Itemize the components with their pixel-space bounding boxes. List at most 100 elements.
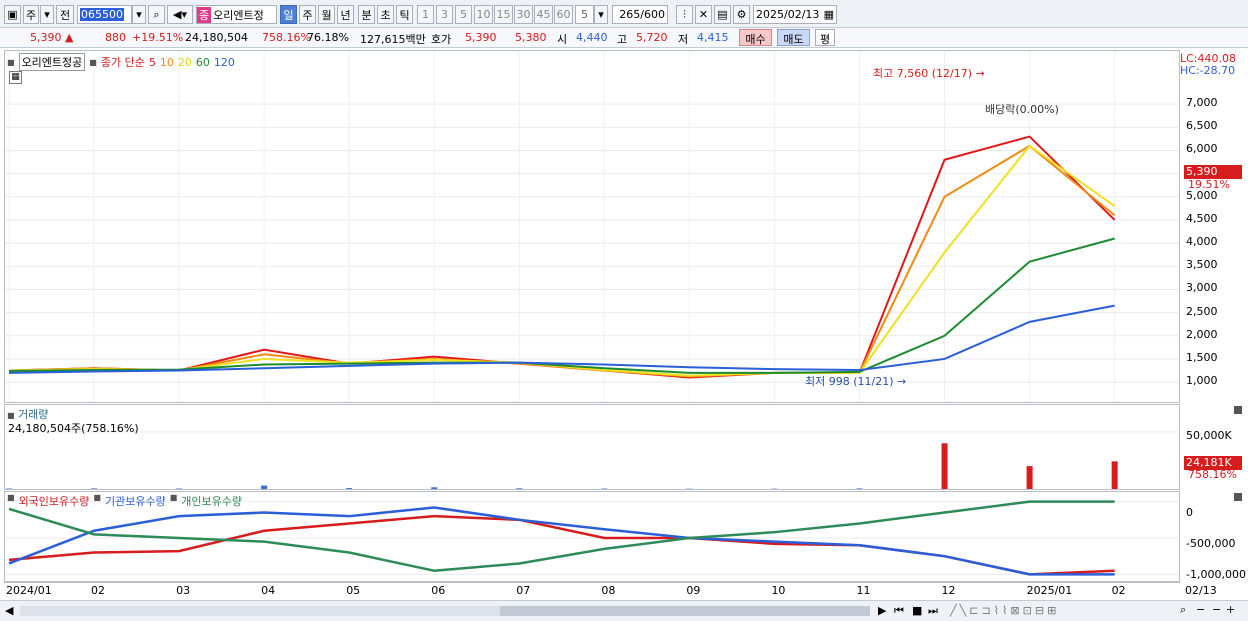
stock-code-input[interactable]: 065500 [77,5,132,24]
zoom-out-icon[interactable]: − [1196,603,1205,616]
market-mode-select[interactable]: 주 [23,5,39,24]
high-annotation: 최고 7,560 (12/17) → [873,67,985,80]
grid-icon[interactable]: ▦ [9,71,22,84]
play-icon[interactable]: ▶ [878,604,886,617]
interval-30[interactable]: 30 [514,5,533,24]
speaker-icon[interactable]: ◀▾ [167,5,193,24]
current-price: 5,390 [30,31,62,44]
candle-icon[interactable]: ⫶ [676,5,693,24]
period-minute-tab[interactable]: 분 [358,5,375,24]
quote-bar: 5,390 ▲ 880 +19.51% 24,180,504 758.16% 7… [0,28,1248,48]
period-month-tab[interactable]: 월 [318,5,335,24]
square-icon: ■ [89,57,97,67]
square-icon: ■ [169,493,178,502]
open-label: 시 [557,33,568,46]
date-tick: 06 [431,584,446,597]
legend-ma10: 10 [159,55,174,69]
rewind-icon[interactable]: ⏮ [894,604,904,618]
buy-button[interactable]: 매수 [739,29,772,46]
stock-name-field[interactable]: 종 오리엔트정 [196,5,277,24]
price-tick: 3,000 [1186,281,1218,295]
interval-1[interactable]: 1 [417,5,434,24]
avg-button[interactable]: 평 [815,29,835,46]
volume-chart [5,431,1179,489]
legend-ma60: 60 [195,55,210,69]
gear-icon[interactable]: ⚙ [733,5,750,24]
scroll-thumb[interactable] [500,606,870,616]
interval-60[interactable]: 60 [554,5,573,24]
plus-icon[interactable]: + [1226,603,1235,616]
price-tick: 2,500 [1186,304,1218,318]
low-label: 저 [678,33,689,46]
dividend-annotation: 배당락(0.00%) [985,103,1059,116]
holdings-y-axis: 0 -500,000 -1,000,000 [1180,491,1246,582]
period-second-tab[interactable]: 초 [377,5,394,24]
interval-15[interactable]: 15 [494,5,513,24]
save-icon[interactable]: ▤ [714,5,731,24]
search-icon[interactable]: ⌕ [148,5,165,24]
legend-stock-name[interactable]: 오리엔트정공 [18,53,86,71]
drawing-tools[interactable]: ╱╲⊏⊐⌇⌇⊠⊡⊟⊞ [950,604,1059,617]
current-pct-tag: 19.51% [1188,178,1230,191]
price-y-axis: LC:440.08 HC:-28.70 7,0006,5006,0005,500… [1180,50,1244,403]
volume-y-axis: 50,000K 24,181K 758.16% [1180,404,1244,490]
scroll-track[interactable] [20,606,500,616]
close-icon[interactable] [1234,493,1242,501]
volume-bar [431,487,438,489]
price-tick: 1,500 [1186,350,1218,364]
volume-panel[interactable]: ■ 거래량 24,180,504주(758.16%) [4,404,1180,490]
stop-icon[interactable]: ■ [912,604,922,617]
volume-pct: 758.16% [262,31,311,44]
chart-scrollbar: ◀ ▶ ⏮ ■ ⏭ ╱╲⊏⊐⌇⌇⊠⊡⊟⊞ ⌕ − − + [0,600,1248,621]
bid-price: 5,380 [515,31,547,44]
date-tick: 02 [91,584,106,597]
period-tick-tab[interactable]: 틱 [396,5,413,24]
interval-45[interactable]: 45 [534,5,553,24]
sell-button[interactable]: 매도 [777,29,810,46]
period-day-tab[interactable]: 일 [280,5,297,24]
price-tick: 2,000 [1186,327,1218,341]
legend-foreign: 외국인보유수량 [18,495,90,508]
minus-icon[interactable]: − [1212,603,1221,616]
period-week-tab[interactable]: 주 [299,5,316,24]
interval-input[interactable]: 5 [575,5,594,24]
chevron-down-icon[interactable]: ▾ [594,5,608,24]
chevron-down-icon[interactable]: ▾ [40,5,54,24]
date-tick: 07 [516,584,531,597]
period-year-tab[interactable]: 년 [337,5,354,24]
up-arrow-icon: ▲ [65,31,74,44]
holding-line-2 [8,500,1115,572]
prev-button[interactable]: 전 [56,5,74,24]
open-price: 4,440 [576,31,608,44]
chart-toolbar: ▣ 주 ▾ 전 065500 ▾ ⌕ ◀▾ 종 오리엔트정 일 주 월 년 분 … [0,0,1248,28]
scroll-left-icon[interactable]: ◀ [5,604,13,617]
price-chart-panel[interactable]: ■ 오리엔트정공 ■ 종가 단순 5 10 20 60 120 ▦ 최고 7,5… [4,50,1180,403]
date-tick: 12 [941,584,956,597]
date-tick: 04 [261,584,276,597]
volume-bar [516,488,523,489]
interval-3[interactable]: 3 [436,5,453,24]
price-legend: ■ 오리엔트정공 ■ 종가 단순 5 10 20 60 120 [7,53,235,71]
interval-5[interactable]: 5 [455,5,472,24]
volume-bar [856,488,863,489]
hc-value: HC:-28.70 [1180,64,1236,77]
price-tick: 3,500 [1186,258,1218,272]
count-input[interactable]: 265/600 [612,5,668,24]
ask-price: 5,390 [465,31,497,44]
chevron-down-icon[interactable]: ▾ [132,5,146,24]
close-icon[interactable] [1234,406,1242,414]
date-input[interactable]: 2025/02/13 ▦ [753,5,837,24]
volume-bar [346,488,353,489]
layout-icon[interactable]: ▣ [4,5,21,24]
calendar-icon[interactable]: ▦ [824,8,834,21]
crosshair-icon[interactable]: ✕ [695,5,712,24]
high-price: 5,720 [636,31,668,44]
ma-line-60 [8,237,1115,374]
square-icon: ■ [7,411,15,420]
interval-10[interactable]: 10 [474,5,493,24]
zoom-icon[interactable]: ⌕ [1180,603,1186,617]
volume-tick: 50,000K [1186,429,1232,442]
fast-forward-icon[interactable]: ⏭ [928,604,938,618]
date-tick: 05 [346,584,361,597]
holdings-panel[interactable]: ■ 외국인보유수량 ■ 기관보유수량 ■ 개인보유수량 [4,491,1180,582]
